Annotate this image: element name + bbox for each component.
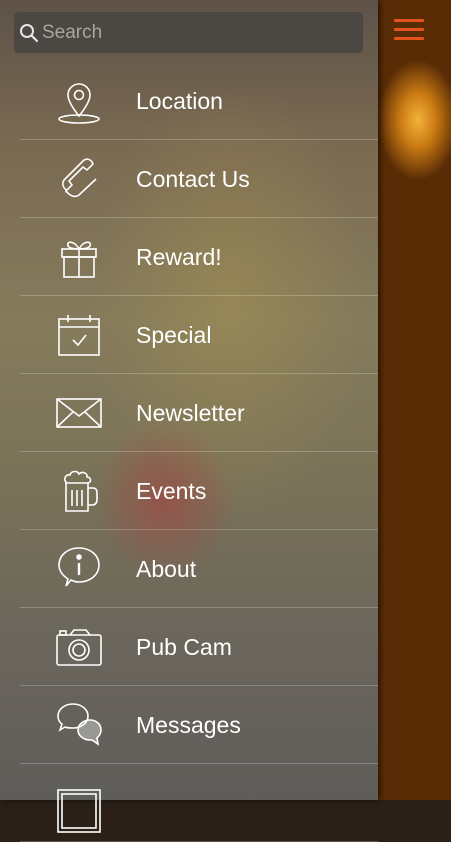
menu-item-label: Newsletter — [136, 399, 245, 426]
search-placeholder[interactable]: Search — [42, 22, 102, 44]
menu-item-location[interactable]: Location — [0, 62, 378, 140]
menu-item-pub-cam[interactable]: Pub Cam — [0, 608, 378, 686]
menu-item-newsletter[interactable]: Newsletter — [0, 374, 378, 452]
menu-item-label: Messages — [136, 711, 241, 738]
menu-item-label: Location — [136, 87, 223, 114]
drawer-menu: Location Contact Us Reward! Special News… — [0, 62, 378, 842]
menu-item-label: Reward! — [136, 243, 222, 270]
search-icon — [20, 23, 39, 42]
menu-item-reward[interactable]: Reward! — [0, 218, 378, 296]
chat-bubbles-icon — [52, 698, 106, 752]
calendar-check-icon — [52, 308, 106, 362]
gift-icon — [52, 230, 106, 284]
menu-item-special[interactable]: Special — [0, 296, 378, 374]
menu-item-contact-us[interactable]: Contact Us — [0, 140, 378, 218]
background-photo — [378, 0, 451, 800]
beer-mug-icon — [52, 464, 106, 518]
menu-item-label: Pub Cam — [136, 633, 232, 660]
menu-item-label: About — [136, 555, 197, 582]
search-field[interactable]: Search — [14, 12, 363, 53]
frame-icon — [52, 784, 106, 838]
menu-item-label: Special — [136, 321, 212, 348]
envelope-icon — [52, 386, 106, 440]
menu-item-about[interactable]: About — [0, 530, 378, 608]
location-pin-icon — [52, 74, 106, 128]
phone-icon — [52, 152, 106, 206]
hamburger-menu-icon[interactable] — [394, 19, 424, 43]
menu-item-events[interactable]: Events — [0, 452, 378, 530]
menu-item-label: Contact Us — [136, 165, 250, 192]
side-drawer: Search Location Contact Us Reward! Speci… — [0, 0, 378, 842]
camera-icon — [52, 620, 106, 674]
menu-item-label: Events — [136, 477, 207, 504]
menu-item-messages[interactable]: Messages — [0, 686, 378, 764]
menu-item-more[interactable] — [0, 764, 378, 842]
info-bubble-icon — [52, 542, 106, 596]
